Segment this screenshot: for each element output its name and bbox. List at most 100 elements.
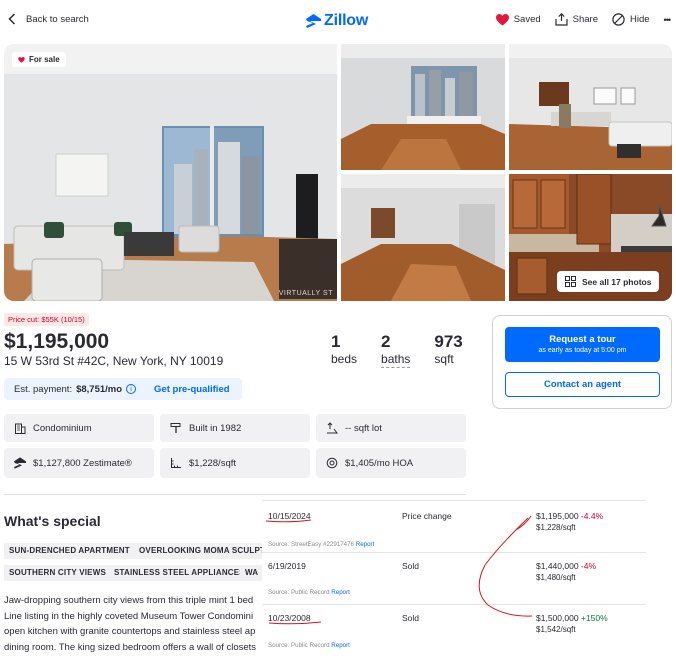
history-price-per-sqft: $1,542/sqft [536,625,576,634]
est-payment-label: Est. payment: [14,383,73,395]
get-pre-qualified-link[interactable]: Get pre-qualified [154,384,229,395]
history-price-value: $1,440,000 [536,561,579,571]
price-history-row[interactable]: 10/23/2008 Sold $1,500,000 +150% $1,542/… [262,604,646,659]
see-all-photos-button[interactable]: See all 17 photos [557,271,660,292]
back-to-search-link[interactable]: Back to search [8,13,89,25]
listing-description: Jaw-dropping southern city views from th… [4,593,266,655]
lot-icon [327,422,338,434]
share-button[interactable]: Share [555,13,598,26]
price-history-table: 10/15/2024 Price change $1,195,000 -4.4%… [262,500,646,659]
photo-living-room[interactable]: For sale VIRTUALLY ST [4,44,337,301]
price-history-row[interactable]: 6/19/2019 Sold $1,440,000 -4% $1,480/sqf… [262,552,646,604]
photo-hallway[interactable] [341,174,505,301]
fact-year-built: Built in 1982 [160,414,310,442]
grid-icon [565,276,576,287]
listing-address: 15 W 53rd St #42C, New York, NY 10019 [4,354,224,368]
fact-lot-size: -- sqft lot [316,414,466,442]
listing-stats: 1 beds 2 baths 973 sqft [331,333,463,368]
fact-zestimate[interactable]: $1,127,800 Zestimate® [4,448,154,478]
dining-area-image [509,44,672,170]
hoa-icon [326,457,338,469]
see-all-label: See all 17 photos [582,276,652,287]
zillow-z-icon [306,14,321,28]
request-tour-sublabel: as early as today at 5:00 pm [538,347,627,354]
share-label: Share [572,14,598,25]
info-icon[interactable]: i [126,384,137,394]
baths-stat[interactable]: 2 baths [381,332,411,368]
fact-price-per-sqft-text: $1,228/sqft [189,457,237,469]
share-icon [555,13,568,26]
ruler-icon [171,458,181,468]
for-sale-label: For sale [29,55,60,64]
history-event: Price change [402,511,452,521]
contact-card: Request a tour as early as today at 5:00… [492,315,672,409]
section-divider [4,494,466,495]
history-source: Source: Public Record Report [268,642,350,649]
history-date: 10/15/2024 [268,511,311,521]
history-price: $1,440,000 -4% [536,561,596,571]
photo-kitchen[interactable]: See all 17 photos [509,174,672,301]
price-cut-badge: Price cut: $55K (10/15) [4,313,89,326]
fact-lot-size-text: -- sqft lot [345,422,382,434]
saved-button[interactable]: Saved [495,13,541,26]
history-report-link[interactable]: Report [331,642,350,649]
estimated-payment-bar: Est. payment: $8,751/mo i Get pre-qualif… [4,378,242,400]
whats-special-heading: What's special [4,513,101,529]
logo-text: Zillow [324,12,369,29]
for-sale-badge: For sale [12,52,66,67]
sqft-label: sqft [434,352,454,366]
fact-price-per-sqft: $1,228/sqft [160,448,310,478]
description-line: Line listing in the highly coveted Museu… [4,610,254,622]
history-source-text: Source: StreetEasy #22917476 [268,541,354,548]
back-label: Back to search [26,13,89,25]
empty-room-image [341,44,505,170]
fact-hoa-text: $1,405/mo HOA [345,457,414,469]
hide-button[interactable]: Hide [612,13,650,26]
hammer-icon [170,423,181,433]
history-event: Sold [402,613,420,623]
request-tour-label: Request a tour [549,334,616,345]
more-options-icon[interactable]: ••• [664,15,672,25]
hallway-image [341,174,505,301]
hide-label: Hide [630,14,650,25]
history-price: $1,500,000 +150% [536,613,608,623]
history-change: -4.4% [580,511,604,521]
beds-stat: 1 beds [331,333,357,368]
zestimate-icon [14,457,26,469]
description-line: dining room. The king sized bedroom offe… [4,641,257,653]
beds-label: beds [331,352,358,366]
heart-icon [495,13,509,25]
history-date: 10/23/2008 [268,613,311,623]
est-payment-value: $8,751/mo [76,383,123,395]
sqft-stat: 973 sqft [434,333,462,368]
photo-empty-room[interactable] [341,44,505,170]
fact-home-type-text: Condominium [33,422,92,434]
history-price-per-sqft: $1,480/sqft [536,573,576,582]
history-date: 6/19/2019 [268,561,306,571]
saved-label: Saved [513,14,541,25]
fact-hoa: $1,405/mo HOA [316,448,466,478]
history-source-text: Source: Public Record [268,642,330,649]
feature-tags: SUN-DRENCHED APARTMENT OVERLOOKING MOMA … [4,543,264,587]
baths-count: 2 [381,332,391,351]
feature-tag: WA [240,565,264,581]
photo-dining-area[interactable] [509,44,672,170]
request-tour-button[interactable]: Request a tour as early as today at 5:00… [505,327,660,362]
history-report-link[interactable]: Report [356,541,375,548]
baths-label: baths [381,352,411,368]
heart-small-icon [18,56,25,63]
beds-count: 1 [331,332,341,351]
history-event: Sold [402,561,420,571]
living-room-image [4,44,337,301]
price-history-row[interactable]: 10/15/2024 Price change $1,195,000 -4.4%… [262,500,646,552]
description-line: open kitchen with granite countertops an… [4,626,256,637]
feature-tag: SOUTHERN CITY VIEWS [4,565,111,581]
history-source-text: Source: Public Record [268,589,330,596]
contact-agent-button[interactable]: Contact an agent [505,372,660,397]
zillow-logo[interactable]: Zillow [306,12,368,30]
history-report-link[interactable]: Report [331,589,350,596]
history-price-per-sqft: $1,228/sqft [536,523,576,532]
history-price-value: $1,500,000 [536,613,579,623]
history-change: -4% [580,561,597,571]
history-price: $1,195,000 -4.4% [536,511,603,521]
